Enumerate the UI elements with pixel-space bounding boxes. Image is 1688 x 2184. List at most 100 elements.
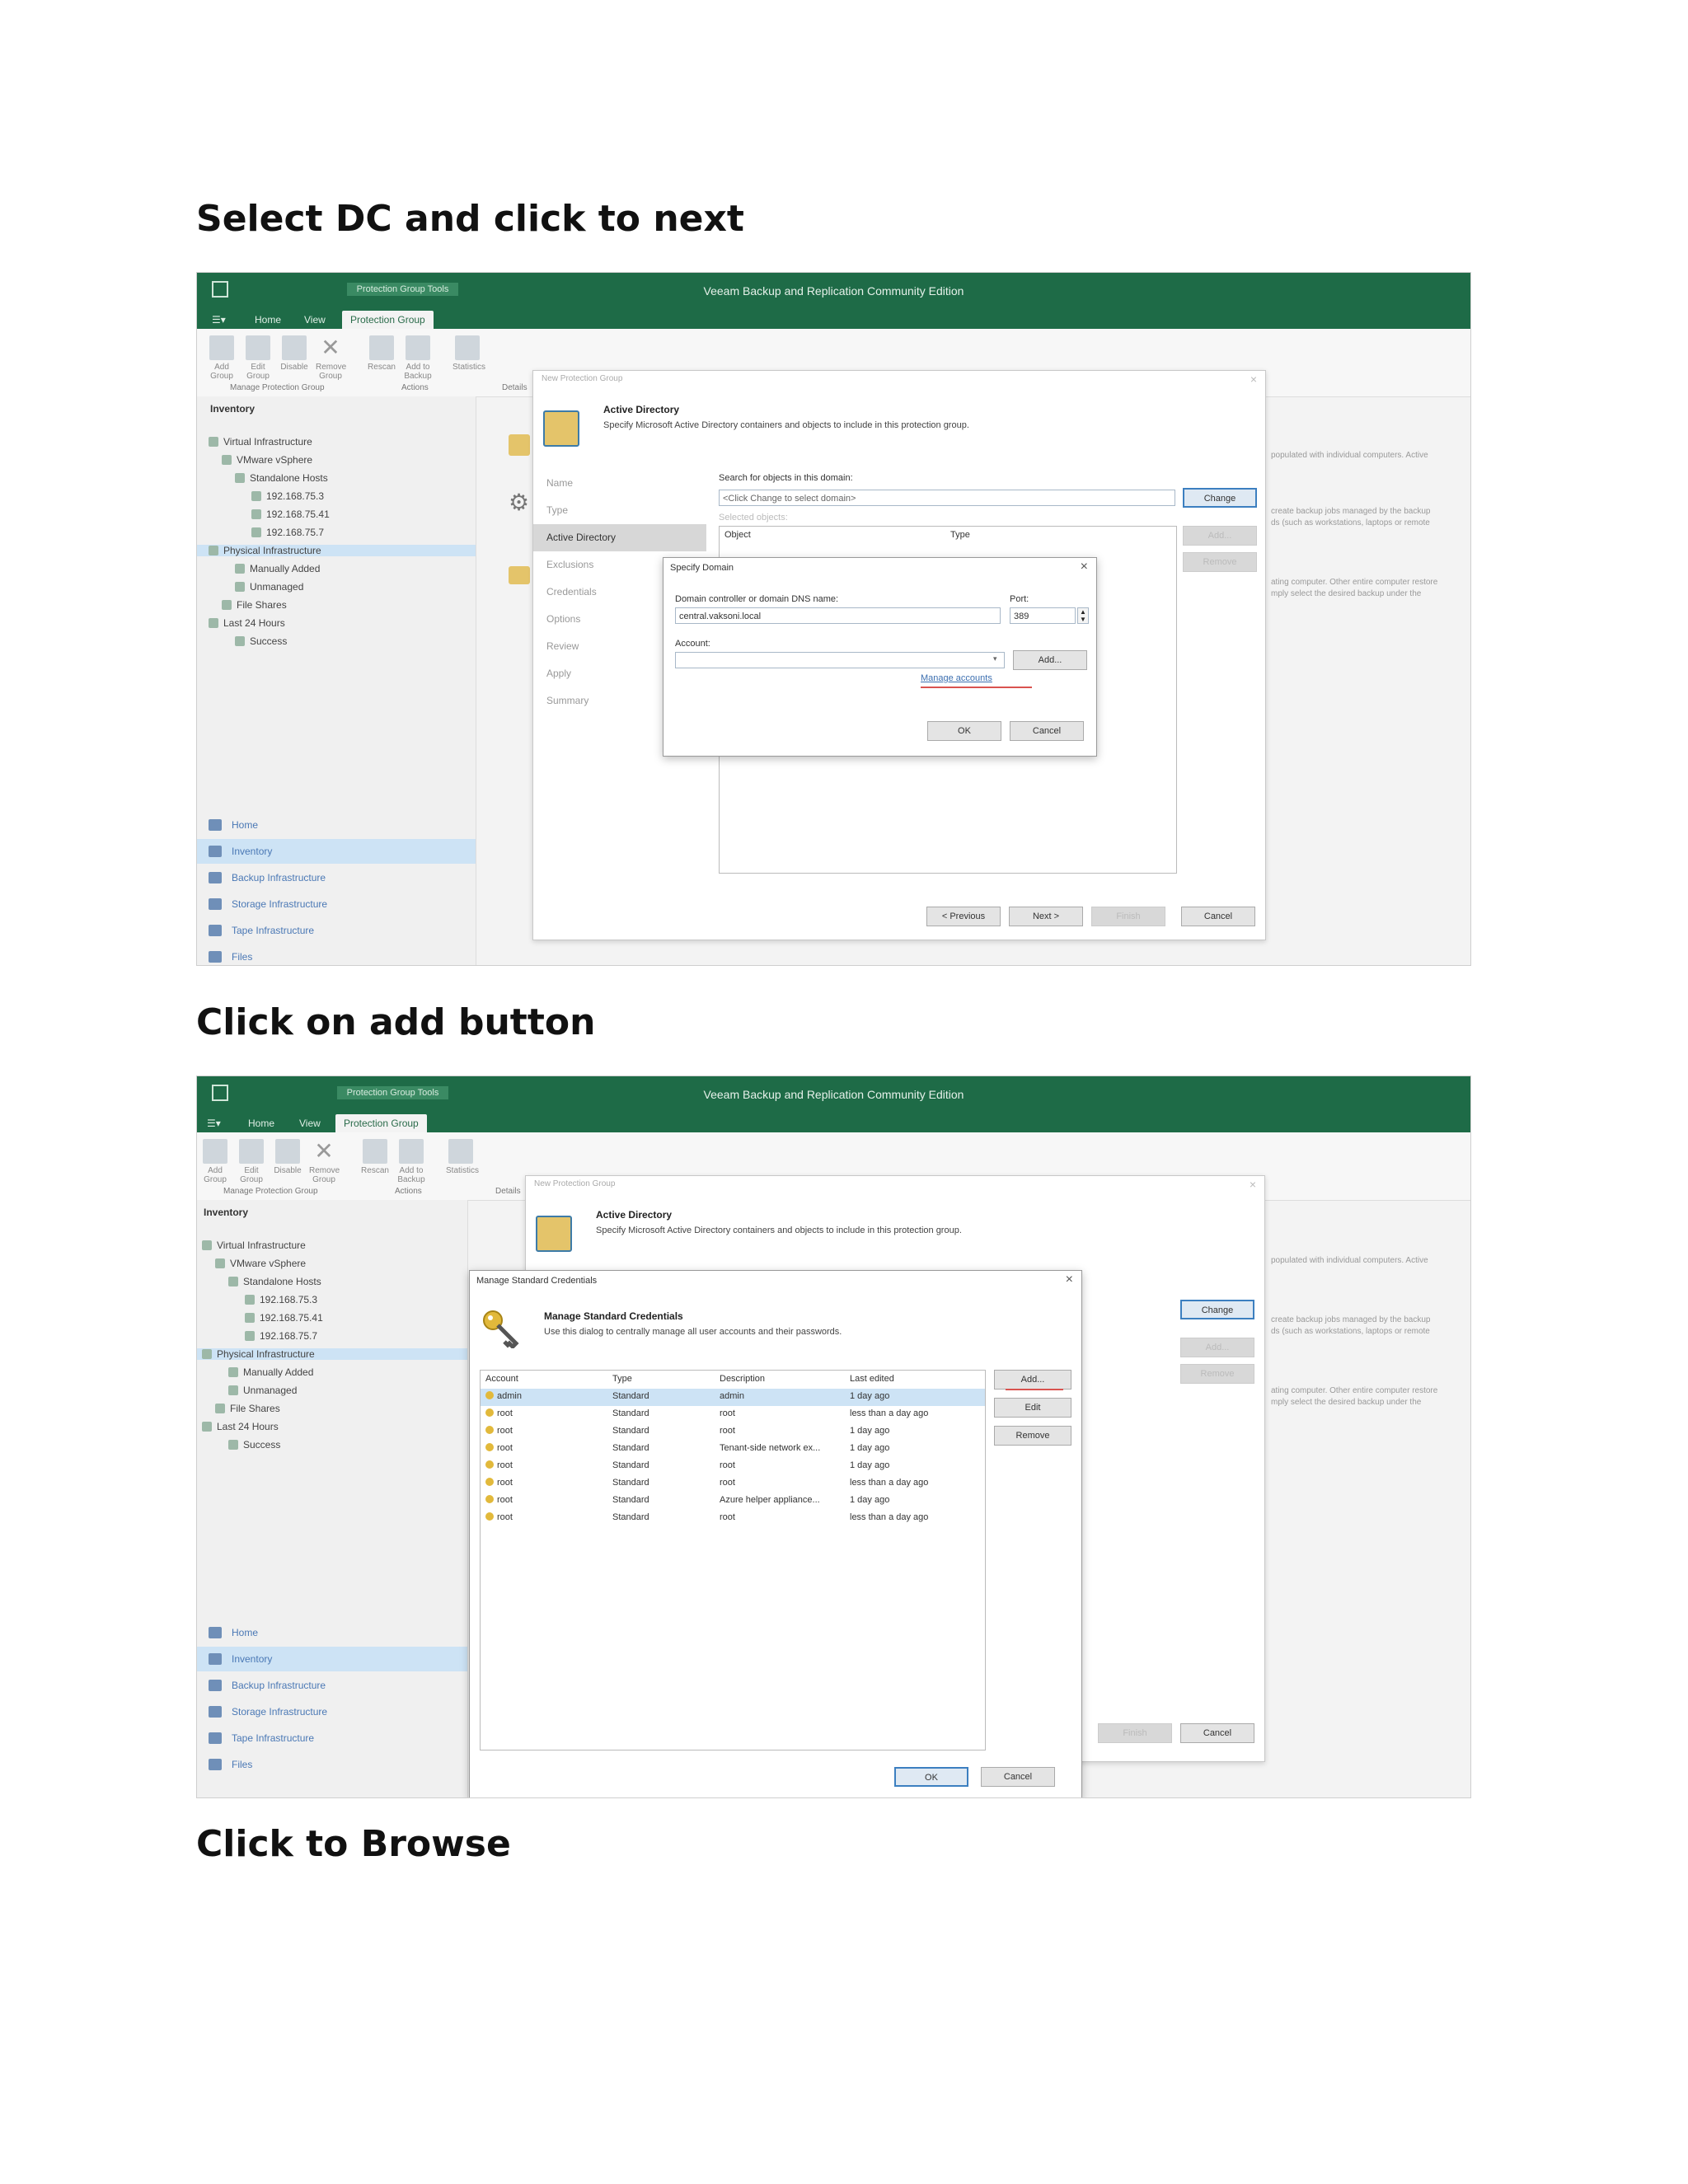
nav-storage-infrastructure[interactable]: Storage Infrastructure [197,892,476,916]
rescan-button[interactable]: Rescan [360,1139,390,1175]
tree-item[interactable]: Unmanaged [228,1385,297,1396]
tree-item[interactable]: 192.168.75.7 [251,527,324,538]
menu-icon[interactable]: ☰▾ [207,1114,221,1132]
add-credential-button[interactable]: Add... [994,1370,1071,1390]
tree-item[interactable]: Success [228,1439,280,1451]
rescan-button[interactable]: Rescan [367,335,396,372]
tab-home[interactable]: Home [248,1114,274,1132]
nav-files[interactable]: Files [197,944,476,965]
wizard-step[interactable]: Type [533,497,706,524]
credentials-table[interactable]: Account Type Description Last edited adm… [480,1370,986,1750]
remove-object-button[interactable]: Remove [1180,1364,1254,1384]
nav-home[interactable]: Home [197,1620,467,1645]
cancel-button[interactable]: Cancel [1180,1723,1254,1743]
remove-group-button[interactable]: ✕ Remove Group [316,335,346,382]
close-icon[interactable]: × [1250,1178,1256,1191]
nav-files[interactable]: Files [197,1752,467,1777]
tree-item[interactable]: Last 24 Hours [202,1421,279,1432]
add-group-button[interactable]: Add Group [200,1139,230,1184]
tree-item[interactable]: 192.168.75.7 [245,1330,317,1342]
cancel-button[interactable]: Cancel [1181,907,1255,926]
add-object-button[interactable]: Add... [1180,1338,1254,1357]
close-icon[interactable]: × [1250,373,1257,386]
cancel-button[interactable]: Cancel [1010,721,1084,741]
remove-credential-button[interactable]: Remove [994,1426,1071,1446]
tab-view[interactable]: View [304,311,326,329]
ok-button[interactable]: OK [894,1767,968,1787]
remove-object-button[interactable]: Remove [1183,552,1257,572]
tree-item[interactable]: Physical Infrastructure [197,545,476,556]
change-button[interactable]: Change [1183,488,1257,508]
remove-group-button[interactable]: ✕ Remove Group [309,1139,340,1185]
disable-button[interactable]: Disable [273,1139,302,1175]
column-header-object[interactable]: Object [724,530,751,540]
table-row[interactable]: root Standard Tenant-side network ex... 1 d… [481,1441,985,1458]
domain-search-field[interactable]: <Click Change to select domain> [719,490,1175,506]
port-spinner[interactable]: ▲ ▼ [1077,607,1089,624]
finish-button[interactable]: Finish [1091,907,1165,926]
tab-protection-group[interactable]: Protection Group [335,1114,427,1132]
table-row[interactable]: root Standard root 1 day ago [481,1458,985,1475]
tree-item[interactable]: VMware vSphere [222,454,312,466]
menu-icon[interactable]: ☰▾ [212,311,226,329]
tree-item[interactable]: 192.168.75.41 [251,509,330,520]
tree-item[interactable]: Virtual Infrastructure [202,1240,306,1251]
tree-item[interactable]: 192.168.75.3 [245,1294,317,1305]
tab-protection-group[interactable]: Protection Group [342,311,434,329]
nav-backup-infrastructure[interactable]: Backup Infrastructure [197,865,476,890]
account-select[interactable] [675,652,1005,668]
nav-inventory[interactable]: Inventory [197,839,476,864]
edit-credential-button[interactable]: Edit [994,1398,1071,1418]
tree-item[interactable]: Manually Added [228,1366,313,1378]
dc-name-input[interactable]: central.vaksoni.local [675,607,1001,624]
manage-accounts-link[interactable]: Manage accounts [921,673,992,683]
add-to-backup-button[interactable]: Add to Backup [403,335,433,381]
statistics-button[interactable]: Statistics [446,1139,479,1175]
nav-backup-infrastructure[interactable]: Backup Infrastructure [197,1673,467,1698]
finish-button[interactable]: Finish [1098,1723,1172,1743]
tree-item[interactable]: File Shares [222,599,287,611]
tree-item[interactable]: Success [235,635,287,647]
nav-storage-infrastructure[interactable]: Storage Infrastructure [197,1699,467,1724]
chevron-down-icon[interactable]: ▾ [993,654,997,663]
table-row[interactable]: root Standard Azure helper appliance... 1 d… [481,1493,985,1510]
nav-home[interactable]: Home [197,813,476,837]
wizard-step[interactable]: Name [533,470,706,497]
table-row[interactable]: root Standard root less than a day ago [481,1510,985,1527]
close-icon[interactable]: × [1081,560,1088,574]
nav-tape-infrastructure[interactable]: Tape Infrastructure [197,1726,467,1750]
column-header-type[interactable]: Type [950,530,970,540]
nav-tape-infrastructure[interactable]: Tape Infrastructure [197,918,476,943]
tree-item[interactable]: File Shares [215,1403,280,1414]
cancel-button[interactable]: Cancel [981,1767,1055,1787]
wizard-step-active[interactable]: Active Directory [533,524,706,551]
tree-item[interactable]: 192.168.75.3 [251,490,324,502]
tree-item[interactable]: Virtual Infrastructure [209,436,312,448]
tab-view[interactable]: View [299,1114,321,1132]
edit-group-button[interactable]: Edit Group [243,335,273,381]
tree-item[interactable]: Standalone Hosts [235,472,328,484]
column-header-account[interactable]: Account [485,1374,518,1384]
tree-item[interactable]: VMware vSphere [215,1258,306,1269]
tab-home[interactable]: Home [255,311,281,329]
column-header-last-edited[interactable]: Last edited [850,1374,894,1384]
statistics-button[interactable]: Statistics [452,335,485,372]
tree-item[interactable]: Last 24 Hours [209,617,285,629]
table-row[interactable]: root Standard root less than a day ago [481,1475,985,1493]
next-button[interactable]: Next > [1009,907,1083,926]
port-input[interactable]: 389 [1010,607,1076,624]
add-account-button[interactable]: Add... [1013,650,1087,670]
tree-item[interactable]: 192.168.75.41 [245,1312,323,1324]
add-group-button[interactable]: Add Group [207,335,237,381]
add-to-backup-button[interactable]: Add to Backup [396,1139,426,1184]
add-object-button[interactable]: Add... [1183,526,1257,546]
ok-button[interactable]: OK [927,721,1001,741]
table-row[interactable]: admin Standard admin 1 day ago [481,1389,985,1406]
column-header-type[interactable]: Type [612,1374,632,1384]
tree-item[interactable]: Physical Infrastructure [197,1348,467,1360]
tree-item[interactable]: Standalone Hosts [228,1276,321,1287]
tree-item[interactable]: Unmanaged [235,581,303,593]
previous-button[interactable]: < Previous [926,907,1001,926]
nav-inventory[interactable]: Inventory [197,1647,467,1671]
table-row[interactable]: root Standard root less than a day ago [481,1406,985,1423]
